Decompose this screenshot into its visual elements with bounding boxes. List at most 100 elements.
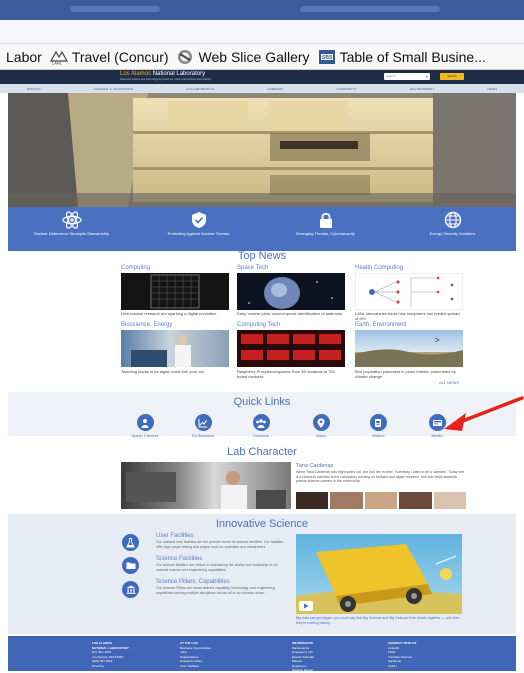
globe-icon: [444, 211, 461, 229]
search-button[interactable]: Search: [440, 73, 464, 80]
gallery-thumb[interactable]: [433, 492, 467, 509]
building-icon: [122, 581, 139, 598]
gallery-thumb[interactable]: [399, 492, 432, 509]
chart-icon: [194, 414, 212, 431]
site-tagline: Delivering science and technology to pro…: [120, 78, 212, 81]
quick-link-contacts[interactable]: Contacts: [238, 414, 284, 438]
news-caption[interactable]: Bird population plummets in pinon forest…: [355, 369, 463, 379]
news-category[interactable]: Earth, Environment: [355, 322, 406, 328]
news-caption[interactable]: Raspberry Pi supercomputers: from 3D stu…: [237, 369, 345, 379]
footer-column: CONNECT WITH US LinkedIn Flickr YouTube …: [388, 641, 416, 668]
gallery-thumb[interactable]: [296, 492, 329, 509]
nav-news[interactable]: NEWS: [488, 87, 498, 91]
annotation-arrow: [444, 396, 524, 431]
innovative-science-image[interactable]: [296, 534, 462, 614]
hero-image[interactable]: [8, 93, 516, 207]
footer-column: LOS ALAMOS NATIONAL LABORATORY P.O. Box …: [92, 641, 129, 668]
news-image-bioscience[interactable]: [121, 330, 229, 367]
quick-link-do-business[interactable]: Do Business: [180, 414, 226, 438]
people-icon: [252, 414, 270, 431]
news-category[interactable]: Bioscience, Energy: [121, 322, 172, 328]
news-category[interactable]: Computing Tech: [237, 322, 280, 328]
location-pin-icon: [312, 414, 330, 431]
atom-icon: [61, 211, 82, 229]
favorite-labor[interactable]: Labor: [6, 49, 42, 65]
lab-character-name[interactable]: Tana Cardenas: [296, 463, 333, 469]
news-caption[interactable]: How nuclear research are sparking a digi…: [121, 311, 229, 316]
news-category[interactable]: Space Tech: [237, 265, 268, 271]
nav-community[interactable]: COMMUNITY: [336, 87, 356, 91]
nav-careers[interactable]: CAREERS: [267, 87, 283, 91]
footer-column: INFORMATION Maintenance Emergency Info E…: [292, 641, 314, 673]
news-caption[interactable]: Early 'cosmic plots' could improve ident…: [237, 311, 345, 316]
shield-check-icon: [191, 212, 206, 228]
news-image-health[interactable]: [355, 273, 463, 310]
quick-link-maps[interactable]: Maps: [298, 414, 344, 438]
is-item-text: Our Science Pillars are broad defined ca…: [156, 586, 276, 595]
footer-link[interactable]: Twitter: [388, 664, 416, 669]
news-category[interactable]: Computing: [121, 265, 150, 271]
news-image-space[interactable]: [237, 273, 345, 310]
news-image-computing[interactable]: [121, 273, 229, 310]
title-bar-highlight: [70, 6, 160, 12]
footer-link[interactable]: Directory: [92, 664, 129, 669]
quick-link-careers[interactable]: Apply: Careers: [122, 414, 168, 438]
nav-environment[interactable]: ENVIRONMENT: [410, 87, 434, 91]
mission-emerging-threats[interactable]: Emerging Threats, Cybersecurity: [276, 211, 376, 236]
web-slice-icon: [177, 49, 195, 65]
id-badge-icon: [369, 414, 387, 431]
is-item-title[interactable]: User Facilities: [156, 533, 194, 539]
favorite-travel[interactable]: LANL Travel (Concur): [49, 49, 169, 65]
innovative-science-caption[interactable]: Big data just got bigger: you could say …: [296, 616, 462, 626]
is-item-title[interactable]: Science Pillars, Capabilities: [156, 579, 230, 585]
search-icon: ⌕: [425, 74, 428, 79]
footer-link[interactable]: Weather Report: [292, 668, 314, 673]
news-image-earth[interactable]: [355, 330, 463, 367]
play-icon[interactable]: [299, 601, 313, 611]
is-item-title[interactable]: Science Facilities: [156, 556, 202, 562]
mission-energy-security[interactable]: Energy Security Solutions: [403, 211, 503, 236]
news-caption[interactable]: Teaching plants to be algae could turn y…: [121, 369, 229, 374]
search-input[interactable]: Search ⌕: [384, 73, 430, 80]
site-nav: MISSION SCIENCE & INNOVATION COLLABORATI…: [0, 84, 524, 93]
favorite-small-business[interactable]: SBS Table of Small Busine...: [318, 49, 486, 65]
gallery-thumb[interactable]: [364, 492, 398, 509]
top-news-title: Top News: [237, 250, 287, 262]
svg-text:SBS: SBS: [322, 55, 333, 61]
search-placeholder: Search: [386, 74, 396, 78]
news-category[interactable]: Health Computing: [355, 265, 403, 271]
nav-science[interactable]: SCIENCE & INNOVATION: [94, 87, 133, 91]
site-footer: LOS ALAMOS NATIONAL LABORATORY P.O. Box …: [8, 636, 516, 673]
mission-nuclear-deterrence[interactable]: Nuclear Deterrence Stockpile Stewardship: [22, 211, 122, 236]
quick-link-label: Do Business: [191, 433, 215, 438]
nav-collaboration[interactable]: COLLABORATION: [186, 87, 214, 91]
footer-link[interactable]: Emergency Info: [292, 650, 314, 655]
gallery-thumb[interactable]: [330, 492, 363, 509]
favorite-label: Table of Small Busine...: [339, 48, 486, 65]
nav-mission[interactable]: MISSION: [27, 87, 41, 91]
mission-label: Nuclear Deterrence Stockpile Stewardship: [33, 231, 110, 236]
quick-link-label: Maps: [316, 433, 326, 438]
favorite-web-slice-gallery[interactable]: Web Slice Gallery: [177, 49, 310, 65]
lab-character-title: Lab Character: [227, 446, 297, 458]
footer-link[interactable]: User Facilities: [180, 664, 211, 669]
footer-column: AT THE LAB Business Opportunities Jobs O…: [180, 641, 211, 668]
footer-heading: INFORMATION: [292, 641, 313, 645]
favorite-label: Web Slice Gallery: [198, 48, 310, 65]
svg-text:LANL: LANL: [52, 60, 63, 65]
lab-character-text: When Tana Cardenas was eight years old, …: [296, 470, 465, 483]
all-news-link[interactable]: ALL NEWS: [439, 380, 459, 385]
mission-protecting[interactable]: Protecting Against Nuclear Threats: [149, 211, 249, 236]
lab-character-photo[interactable]: [121, 462, 291, 509]
news-caption[interactable]: LANL laboratories show how computers can…: [355, 311, 463, 321]
news-image-computing-tech[interactable]: [237, 330, 345, 367]
mission-band: Nuclear Deterrence Stockpile Stewardship…: [8, 207, 516, 251]
quick-link-label: Contacts: [253, 433, 269, 438]
lab-character-gallery: [296, 492, 467, 509]
browser-title-bar: [0, 0, 524, 20]
folder-icon: [122, 557, 139, 574]
quick-link-visitors[interactable]: Visitors: [355, 414, 401, 438]
site-logo[interactable]: Los Alamos National Laboratory: [120, 71, 205, 77]
quick-link-label: Apply: Careers: [131, 433, 159, 438]
innovative-science-title: Innovative Science: [215, 518, 309, 530]
